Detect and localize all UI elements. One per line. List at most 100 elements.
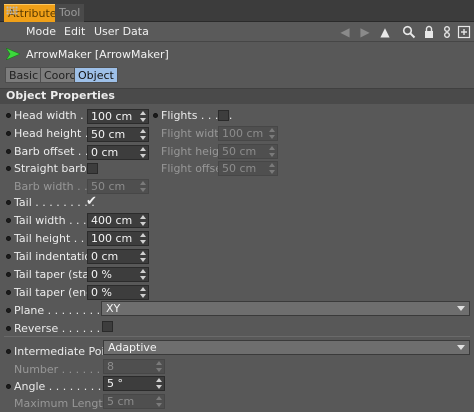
tail-width-input[interactable]: 400 cm [87, 213, 149, 228]
section-title: Object Properties [6, 89, 115, 102]
animation-dot[interactable] [6, 272, 11, 277]
stepper-icon[interactable] [140, 215, 146, 226]
plane-value: XY [106, 302, 121, 315]
maximum-length-input[interactable]: 5 cm [103, 394, 165, 409]
intermediate-points-value: Adaptive [108, 341, 157, 354]
arrowmaker-object-icon [6, 48, 20, 60]
stepper-icon[interactable] [140, 251, 146, 262]
flight-height-value: 50 cm [222, 145, 257, 158]
straight-barbs-label: Straight barbs [14, 162, 93, 175]
animation-dot[interactable] [6, 384, 11, 389]
tail-indentation-label: Tail indentation [14, 250, 99, 263]
link-icon[interactable] [440, 25, 454, 39]
tail-width-label: Tail width . . . . [14, 214, 94, 227]
number-input[interactable]: 8 [103, 359, 165, 374]
barb-width-value: 50 cm [91, 180, 126, 193]
maximum-length-label: Maximum Length [14, 397, 110, 410]
stepper-icon[interactable] [269, 146, 275, 157]
stepper-icon[interactable] [156, 378, 162, 389]
stepper-icon[interactable] [140, 181, 146, 192]
head-width-label: Head width . . [14, 109, 91, 122]
flight-offset-value: 50 cm [222, 162, 257, 175]
panel-grip-icon[interactable] [6, 6, 18, 15]
tail-checkbox[interactable]: ✔ [86, 195, 97, 208]
animation-dot[interactable] [6, 166, 11, 171]
number-value: 8 [107, 360, 114, 373]
menu-mode[interactable]: Mode [26, 25, 56, 38]
tab-object[interactable]: Object [74, 67, 118, 83]
stepper-icon[interactable] [156, 396, 162, 407]
menu-user-data[interactable]: User Data [94, 25, 149, 38]
forward-arrow-icon[interactable]: ▶ [358, 25, 372, 39]
flight-width-label: Flight width [161, 127, 226, 140]
barb-offset-value: 0 cm [91, 146, 119, 159]
pointer-up-icon[interactable]: ▲ [378, 25, 392, 39]
flight-height-input[interactable]: 50 cm [218, 144, 278, 159]
barb-offset-label: Barb offset . . [14, 145, 89, 158]
stepper-icon[interactable] [140, 111, 146, 122]
menu-edit[interactable]: Edit [64, 25, 85, 38]
tail-taper-start-input[interactable]: 0 % [87, 267, 149, 282]
angle-input[interactable]: 5 ° [103, 376, 165, 391]
head-height-input[interactable]: 50 cm [87, 127, 149, 142]
tail-indentation-input[interactable]: 0 cm [87, 249, 149, 264]
animation-dot[interactable] [6, 308, 11, 313]
animation-dot[interactable] [6, 149, 11, 154]
plane-label: Plane . . . . . . . . . . [14, 304, 115, 317]
head-width-input[interactable]: 100 cm [87, 109, 149, 124]
head-height-value: 50 cm [91, 128, 126, 141]
tail-height-input[interactable]: 100 cm [87, 231, 149, 246]
maximum-length-value: 5 cm [107, 395, 135, 408]
stepper-icon[interactable] [140, 233, 146, 244]
tail-taper-end-input[interactable]: 0 % [87, 285, 149, 300]
new-panel-icon[interactable] [457, 25, 471, 39]
animation-dot[interactable] [6, 218, 11, 223]
straight-barbs-checkbox[interactable] [87, 163, 98, 174]
tail-height-label: Tail height . . . [14, 232, 92, 245]
barb-offset-input[interactable]: 0 cm [87, 145, 149, 160]
flight-offset-label: Flight offset [161, 162, 227, 175]
stepper-icon[interactable] [140, 287, 146, 298]
tail-height-value: 100 cm [91, 232, 133, 245]
angle-label: Angle . . . . . . . . . . [14, 380, 116, 393]
tab-basic[interactable]: Basic [5, 67, 43, 83]
animation-dot[interactable] [6, 326, 11, 331]
reverse-label: Reverse . . . . . . . . [14, 322, 115, 335]
tab-tool[interactable]: Tool [55, 4, 85, 22]
intermediate-points-dropdown[interactable]: Adaptive [103, 340, 470, 355]
barb-width-label: Barb width . . [14, 180, 88, 193]
stepper-icon[interactable] [140, 147, 146, 158]
object-name: ArrowMaker [ArrowMaker] [26, 48, 169, 61]
back-arrow-icon[interactable]: ◀ [338, 25, 352, 39]
animation-dot[interactable] [153, 113, 158, 118]
animation-dot[interactable] [6, 113, 11, 118]
animation-dot[interactable] [6, 254, 11, 259]
tail-width-value: 400 cm [91, 214, 133, 227]
barb-width-input[interactable]: 50 cm [87, 179, 149, 194]
animation-dot[interactable] [6, 236, 11, 241]
animation-dot[interactable] [6, 200, 11, 205]
flight-offset-input[interactable]: 50 cm [218, 161, 278, 176]
tail-taper-end-value: 0 % [91, 286, 112, 299]
flights-checkbox[interactable] [218, 110, 229, 121]
search-icon[interactable] [402, 25, 416, 39]
reverse-checkbox[interactable] [102, 321, 113, 332]
flight-width-value: 100 cm [222, 127, 264, 140]
lock-icon[interactable] [422, 25, 436, 39]
head-width-value: 100 cm [91, 110, 133, 123]
stepper-icon[interactable] [269, 128, 275, 139]
head-height-label: Head height . . [14, 127, 96, 140]
plane-dropdown[interactable]: XY [101, 301, 470, 316]
animation-dot[interactable] [6, 131, 11, 136]
flight-width-input[interactable]: 100 cm [218, 126, 278, 141]
chevron-down-icon [457, 306, 465, 311]
animation-dot[interactable] [6, 349, 11, 354]
tail-label: Tail . . . . . . . . . [14, 196, 95, 209]
number-label: Number . . . . . . . . [14, 363, 115, 376]
tail-taper-end-label: Tail taper (end) [14, 286, 98, 299]
stepper-icon[interactable] [140, 269, 146, 280]
stepper-icon[interactable] [269, 163, 275, 174]
stepper-icon[interactable] [140, 129, 146, 140]
animation-dot[interactable] [6, 290, 11, 295]
stepper-icon[interactable] [156, 361, 162, 372]
